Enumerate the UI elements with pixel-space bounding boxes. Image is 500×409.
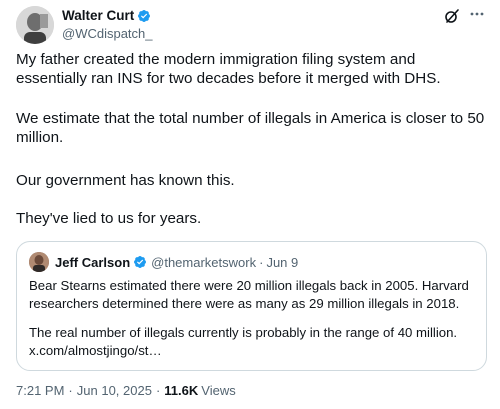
tweet-date[interactable]: Jun 10, 2025 xyxy=(77,383,152,398)
quote-author-name[interactable]: Jeff Carlson xyxy=(55,255,130,270)
more-icon[interactable] xyxy=(468,5,486,23)
quoted-tweet[interactable]: Jeff Carlson @themarketswork · Jun 9 Bea… xyxy=(16,241,487,371)
tweet-header: Walter Curt @WCdispatch_ xyxy=(16,4,486,46)
tweet-time[interactable]: 7:21 PM xyxy=(16,383,64,398)
quote-header: Jeff Carlson @themarketswork · Jun 9 xyxy=(29,252,298,272)
quote-date[interactable]: Jun 9 xyxy=(266,255,298,270)
grok-icon[interactable] xyxy=(444,8,460,24)
tweet-paragraph: My father created the modern immigration… xyxy=(16,51,441,87)
quote-paragraph: The real number of illegals currently is… xyxy=(29,325,458,358)
tweet-paragraph: Our government has known this. xyxy=(16,172,235,189)
quote-author-avatar[interactable] xyxy=(29,252,49,272)
verified-badge-icon[interactable] xyxy=(137,9,151,23)
tweet-paragraph: They've lied to us for years. xyxy=(16,210,202,227)
dot-separator: · xyxy=(68,383,73,398)
tweet-paragraph: We estimate that the total number of ill… xyxy=(16,110,485,146)
quote-paragraph: Bear Stearns estimated there were 20 mil… xyxy=(29,278,469,311)
quote-author-handle[interactable]: @themarketswork xyxy=(151,255,256,270)
author-avatar[interactable] xyxy=(16,6,54,44)
views-label: Views xyxy=(201,383,236,398)
author-handle[interactable]: @WCdispatch_ xyxy=(62,26,153,41)
dot-separator: · xyxy=(259,254,264,270)
verified-badge-icon xyxy=(133,255,147,269)
author-info: Walter Curt @WCdispatch_ xyxy=(62,7,153,41)
tweet-meta: 7:21 PM · Jun 10, 2025 · 11.6K Views xyxy=(16,383,236,398)
views-count[interactable]: 11.6K xyxy=(164,383,198,398)
author-name[interactable]: Walter Curt xyxy=(62,8,134,23)
tweet: Walter Curt @WCdispatch_ My father creat… xyxy=(0,0,500,409)
dot-separator: · xyxy=(155,383,161,398)
